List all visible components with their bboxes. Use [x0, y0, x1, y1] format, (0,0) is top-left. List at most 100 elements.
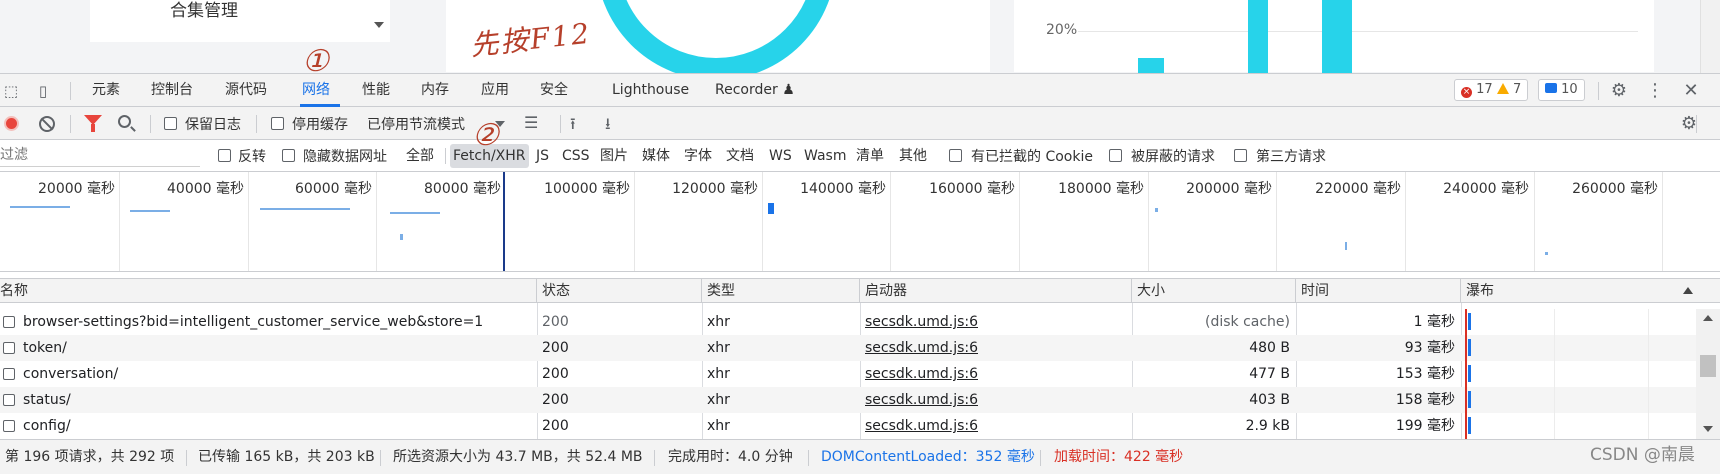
network-conditions-icon[interactable]: ☰ — [524, 113, 538, 132]
filter-type-other[interactable]: 其他 — [896, 144, 930, 168]
filter-type-media[interactable]: 媒体 — [639, 144, 673, 168]
settings-gear-icon[interactable]: ⚙ — [1610, 82, 1628, 100]
row-checkbox[interactable] — [3, 368, 15, 380]
table-row[interactable]: conversation/ 200 xhr secsdk.umd.js:6 47… — [0, 361, 1696, 387]
column-header-waterfall[interactable]: 瀑布 — [1461, 279, 1720, 303]
blocked-requests-label[interactable]: 被屏蔽的请求 — [1131, 146, 1215, 166]
filter-type-doc[interactable]: 文档 — [723, 144, 757, 168]
overview-tick-label: 80000 毫秒 — [424, 181, 501, 197]
column-header-status[interactable]: 状态 — [537, 279, 702, 303]
table-row[interactable]: status/ 200 xhr secsdk.umd.js:6 403 B 15… — [0, 387, 1696, 413]
table-row[interactable]: config/ 200 xhr secsdk.umd.js:6 2.9 kB 1… — [0, 413, 1696, 439]
error-icon: × — [1461, 87, 1472, 98]
tab-performance[interactable]: 性能 — [362, 74, 390, 107]
filter-type-font[interactable]: 字体 — [681, 144, 715, 168]
export-har-icon[interactable]: ⭳ — [605, 113, 611, 140]
overview-divider — [1148, 172, 1149, 271]
tab-console[interactable]: 控制台 — [151, 74, 193, 107]
overview-tick-label: 100000 毫秒 — [544, 181, 630, 197]
cell-name[interactable]: browser-settings?bid=intelligent_custome… — [18, 309, 533, 335]
divider — [70, 115, 71, 133]
column-header-time[interactable]: 时间 — [1296, 279, 1461, 303]
chart-bar — [1138, 58, 1164, 73]
disable-cache-label[interactable]: 停用缓存 — [292, 114, 348, 134]
issues-counter[interactable]: × 17 7 — [1454, 79, 1529, 101]
record-icon[interactable] — [4, 116, 19, 131]
more-vert-icon[interactable]: ⋮ — [1646, 82, 1664, 100]
tab-memory[interactable]: 内存 — [421, 74, 449, 107]
cell-initiator-link[interactable]: secsdk.umd.js:6 — [860, 387, 1132, 413]
disable-cache-checkbox[interactable] — [271, 117, 284, 130]
close-icon[interactable]: ✕ — [1682, 82, 1700, 100]
messages-counter[interactable]: 10 — [1538, 79, 1585, 101]
overview-request-mark — [130, 210, 170, 212]
menu-card[interactable]: 合集管理 — [90, 0, 390, 42]
table-scrollbar[interactable] — [1696, 309, 1720, 439]
blocked-cookies-label[interactable]: 有已拦截的 Cookie — [971, 146, 1093, 166]
table-row[interactable]: token/ 200 xhr secsdk.umd.js:6 480 B 93 … — [0, 335, 1696, 361]
tab-sources[interactable]: 源代码 — [225, 74, 267, 107]
invert-label[interactable]: 反转 — [238, 146, 266, 166]
clear-icon[interactable] — [39, 116, 55, 132]
invert-checkbox[interactable] — [218, 149, 231, 162]
cell-name[interactable]: config/ — [18, 413, 533, 439]
status-finish-time: 完成用时：4.0 分钟 — [668, 449, 793, 465]
filter-input[interactable] — [0, 144, 200, 167]
filter-type-css[interactable]: CSS — [559, 144, 593, 168]
preserve-log-label[interactable]: 保留日志 — [185, 114, 241, 134]
tab-application[interactable]: 应用 — [481, 74, 509, 107]
cell-initiator-link[interactable]: secsdk.umd.js:6 — [860, 309, 1132, 335]
tab-security[interactable]: 安全 — [540, 74, 568, 107]
chevron-down-icon[interactable] — [374, 22, 384, 28]
overview-divider — [1534, 172, 1535, 271]
network-overview[interactable]: 20000 毫秒 40000 毫秒 60000 毫秒 80000 毫秒 1000… — [0, 172, 1720, 272]
filter-type-manifest[interactable]: 清单 — [853, 144, 887, 168]
menu-item-collection[interactable]: 合集管理 — [170, 0, 238, 21]
settings-gear-icon[interactable]: ⚙ — [1680, 115, 1698, 133]
inspect-icon[interactable]: ⬚ — [2, 82, 20, 100]
cell-time: 158 毫秒 — [1395, 392, 1455, 408]
tab-recorder[interactable]: Recorder ♟ — [715, 74, 795, 107]
column-header-name[interactable]: 名称 — [0, 279, 537, 303]
blocked-cookies-checkbox[interactable] — [949, 149, 962, 162]
row-checkbox[interactable] — [3, 420, 15, 432]
third-party-checkbox[interactable] — [1234, 149, 1247, 162]
device-toggle-icon[interactable]: ▯ — [34, 82, 52, 100]
column-header-type[interactable]: 类型 — [702, 279, 860, 303]
third-party-label[interactable]: 第三方请求 — [1256, 146, 1326, 166]
scrollbar-thumb[interactable] — [1700, 355, 1716, 377]
import-har-icon[interactable]: ⭱ — [570, 113, 576, 140]
tab-lighthouse[interactable]: Lighthouse — [612, 74, 689, 107]
column-header-initiator[interactable]: 启动器 — [860, 279, 1132, 303]
cell-initiator-link[interactable]: secsdk.umd.js:6 — [860, 413, 1132, 439]
row-checkbox[interactable] — [3, 316, 15, 328]
scroll-down-icon[interactable] — [1703, 426, 1713, 432]
preserve-log-checkbox[interactable] — [164, 117, 177, 130]
hide-data-urls-label[interactable]: 隐藏数据网址 — [303, 146, 387, 166]
waterfall-load-marker — [1465, 309, 1467, 439]
table-row[interactable]: browser-settings?bid=intelligent_custome… — [0, 309, 1696, 335]
row-checkbox[interactable] — [3, 394, 15, 406]
filter-type-img[interactable]: 图片 — [597, 144, 631, 168]
tab-elements[interactable]: 元素 — [92, 74, 120, 107]
filter-icon[interactable] — [84, 115, 102, 132]
status-dom-content-loaded: DOMContentLoaded：352 毫秒 — [821, 449, 1035, 465]
column-header-size[interactable]: 大小 — [1132, 279, 1296, 303]
scroll-up-icon[interactable] — [1703, 315, 1713, 321]
filter-type-wasm[interactable]: Wasm — [801, 144, 849, 168]
cell-initiator-link[interactable]: secsdk.umd.js:6 — [860, 335, 1132, 361]
row-checkbox[interactable] — [3, 342, 15, 354]
hide-data-urls-checkbox[interactable] — [282, 149, 295, 162]
cell-name[interactable]: conversation/ — [18, 361, 533, 387]
blocked-requests-checkbox[interactable] — [1109, 149, 1122, 162]
search-icon[interactable] — [118, 115, 131, 128]
filter-type-ws[interactable]: WS — [766, 144, 795, 168]
cell-name[interactable]: token/ — [18, 335, 533, 361]
cell-initiator-link[interactable]: secsdk.umd.js:6 — [860, 361, 1132, 387]
filter-type-js[interactable]: JS — [533, 144, 552, 168]
page-scrollbar[interactable] — [1700, 0, 1720, 73]
throttling-select[interactable]: 已停用节流模式 — [367, 114, 465, 134]
filter-type-all[interactable]: 全部 — [403, 144, 437, 168]
sort-ascending-icon[interactable] — [1683, 287, 1693, 294]
cell-name[interactable]: status/ — [18, 387, 533, 413]
